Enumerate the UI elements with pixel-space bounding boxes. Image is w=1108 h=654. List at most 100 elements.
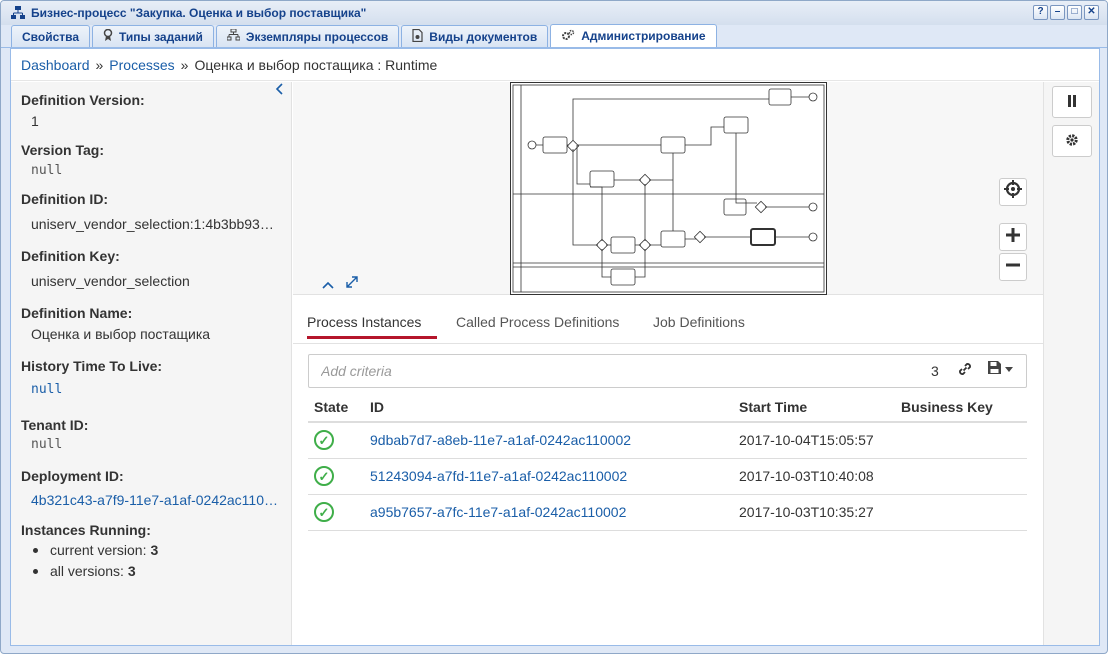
document-icon (412, 28, 423, 45)
definition-id: Definition ID: uniserv_vendor_selection:… (21, 191, 291, 232)
deployment-id-label: Deployment ID: (21, 468, 124, 484)
state-cell: ✓ (308, 422, 364, 459)
instances-running: Instances Running: current version: 3 al… (21, 522, 291, 579)
window-title: Бизнес-процесс "Закупка. Оценка и выбор … (31, 6, 367, 20)
breadcrumb-processes-link[interactable]: Processes (109, 57, 174, 73)
bpmn-diagram-canvas (512, 84, 825, 293)
breadcrumb-dashboard-link[interactable]: Dashboard (21, 57, 90, 73)
table-row: ✓ 9dbab7d7-a8eb-11e7-a1af-0242ac110002 2… (308, 422, 1027, 459)
instance-id-link[interactable]: a95b7657-a7fc-11e7-a1af-0242ac110002 (370, 504, 626, 520)
business-key-cell (895, 458, 1027, 495)
instance-id-link[interactable]: 51243094-a7fd-11e7-a1af-0242ac110002 (370, 468, 627, 484)
window-controls: ? – □ ✕ (1033, 5, 1099, 20)
tab-process-instances[interactable]: Process Instances (307, 314, 421, 330)
breadcrumb-separator: » (180, 56, 189, 73)
column-header-start-time[interactable]: Start Time (733, 392, 895, 423)
close-button[interactable]: ✕ (1084, 5, 1099, 20)
settings-button[interactable] (1052, 125, 1092, 157)
breadcrumb-current: Оценка и выбор постащика : Runtime (194, 56, 438, 73)
start-time-cell: 2017-10-04T15:05:57 (733, 422, 895, 459)
window-titlebar[interactable]: Бизнес-процесс "Закупка. Оценка и выбор … (1, 1, 1107, 25)
all-versions-label: all versions: (50, 563, 124, 579)
breadcrumb: Dashboard » Processes » Оценка и выбор п… (11, 49, 1099, 81)
history-ttl-label: History Time To Live: (21, 358, 163, 374)
app-window: Бизнес-процесс "Закупка. Оценка и выбор … (0, 0, 1108, 654)
start-time-cell: 2017-10-03T10:35:27 (733, 494, 895, 531)
table-header-row: State ID Start Time Business Key (308, 392, 1027, 423)
tab-task-types[interactable]: Типы заданий (92, 25, 214, 47)
tab-process-instances[interactable]: Экземпляры процессов (215, 25, 400, 47)
column-header-state[interactable]: State (308, 392, 364, 423)
version-tag-label: Version Tag: (21, 142, 104, 158)
tab-label: Экземпляры процессов (245, 29, 389, 44)
tab-label: Виды документов (429, 29, 538, 44)
business-key-cell (895, 422, 1027, 459)
help-button[interactable]: ? (1033, 5, 1048, 20)
tab-document-types[interactable]: Виды документов (401, 25, 549, 47)
table-row: ✓ a95b7657-a7fc-11e7-a1af-0242ac110002 2… (308, 494, 1027, 531)
tab-label: Администрирование (581, 29, 706, 43)
breadcrumb-separator: » (95, 56, 104, 73)
cockpit-content: Dashboard » Processes » Оценка и выбор п… (10, 48, 1100, 646)
reset-zoom-button[interactable] (999, 178, 1027, 206)
caret-down-icon[interactable] (1005, 364, 1013, 374)
tab-job-definitions[interactable]: Job Definitions (653, 314, 745, 330)
all-versions-count: 3 (127, 563, 136, 579)
tenant-id-value: null (31, 437, 63, 452)
expand-icon[interactable] (345, 275, 359, 292)
tenant-id-label: Tenant ID: (21, 417, 89, 433)
save-icon[interactable] (987, 360, 1002, 379)
ribbon-icon (103, 28, 113, 45)
definition-version-label: Definition Version: (21, 92, 145, 108)
main-tabbar: Свойства Типы заданий Экземпляры процесс… (1, 24, 1107, 48)
zoom-out-button[interactable] (999, 253, 1027, 281)
minimize-button[interactable]: – (1050, 5, 1065, 20)
column-header-id[interactable]: ID (364, 392, 733, 423)
instances-running-list: current version: 3 all versions: 3 (21, 542, 291, 579)
result-count: 3 (931, 363, 939, 379)
list-item: all versions: 3 (31, 563, 291, 579)
action-panel (1043, 82, 1099, 645)
id-cell: 9dbab7d7-a8eb-11e7-a1af-0242ac110002 (364, 422, 733, 459)
link-icon[interactable] (957, 361, 973, 382)
bpmn-diagram[interactable] (510, 82, 827, 295)
search-bar: 3 (308, 354, 1027, 388)
minus-icon (1005, 256, 1021, 279)
zoom-in-button[interactable] (999, 223, 1027, 251)
deployment-id: Deployment ID: 4b321c43-a7f9-11e7-a1af-0… (21, 468, 291, 508)
maximize-button[interactable]: □ (1067, 5, 1082, 20)
search-input[interactable] (310, 356, 910, 386)
chevron-up-icon[interactable] (321, 277, 335, 293)
tab-properties[interactable]: Свойства (11, 25, 91, 47)
deployment-id-link[interactable]: 4b321c43-a7f9-11e7-a1af-0242ac110… (21, 492, 281, 508)
definition-id-value: uniserv_vendor_selection:1:4b3bb93… (31, 216, 274, 232)
instance-id-link[interactable]: 9dbab7d7-a8eb-11e7-a1af-0242ac110002 (370, 432, 631, 448)
definition-sidebar: Definition Version: 1 Version Tag: null … (11, 82, 292, 645)
version-tag: Version Tag: null (21, 142, 291, 178)
sitemap-icon (11, 6, 25, 20)
tab-called-process-definitions[interactable]: Called Process Definitions (456, 314, 619, 330)
gear-icon (1065, 133, 1079, 150)
chevron-left-icon[interactable] (274, 82, 290, 98)
history-ttl-value[interactable]: null (21, 382, 281, 397)
tab-administration[interactable]: Администрирование (550, 24, 717, 47)
check-circle-icon: ✓ (314, 502, 334, 522)
definition-name: Definition Name: Оценка и выбор постащик… (21, 305, 291, 342)
list-item: current version: 3 (31, 542, 291, 558)
suspend-button[interactable] (1052, 86, 1092, 118)
definition-version: Definition Version: 1 (21, 92, 291, 129)
crosshair-icon (1003, 179, 1023, 205)
definition-key-value: uniserv_vendor_selection (31, 273, 190, 289)
definition-key-label: Definition Key: (21, 248, 120, 264)
tenant-id: Tenant ID: null (21, 417, 291, 452)
check-circle-icon: ✓ (314, 466, 334, 486)
definition-key: Definition Key: uniserv_vendor_selection (21, 248, 291, 289)
history-ttl: History Time To Live: null (21, 358, 291, 397)
table-row: ✓ 51243094-a7fd-11e7-a1af-0242ac110002 2… (308, 458, 1027, 495)
id-cell: 51243094-a7fd-11e7-a1af-0242ac110002 (364, 458, 733, 495)
state-cell: ✓ (308, 494, 364, 531)
business-key-cell (895, 494, 1027, 531)
bpmn-diagram-panel (293, 82, 1043, 295)
start-time-cell: 2017-10-03T10:40:08 (733, 458, 895, 495)
column-header-business-key[interactable]: Business Key (895, 392, 1027, 423)
